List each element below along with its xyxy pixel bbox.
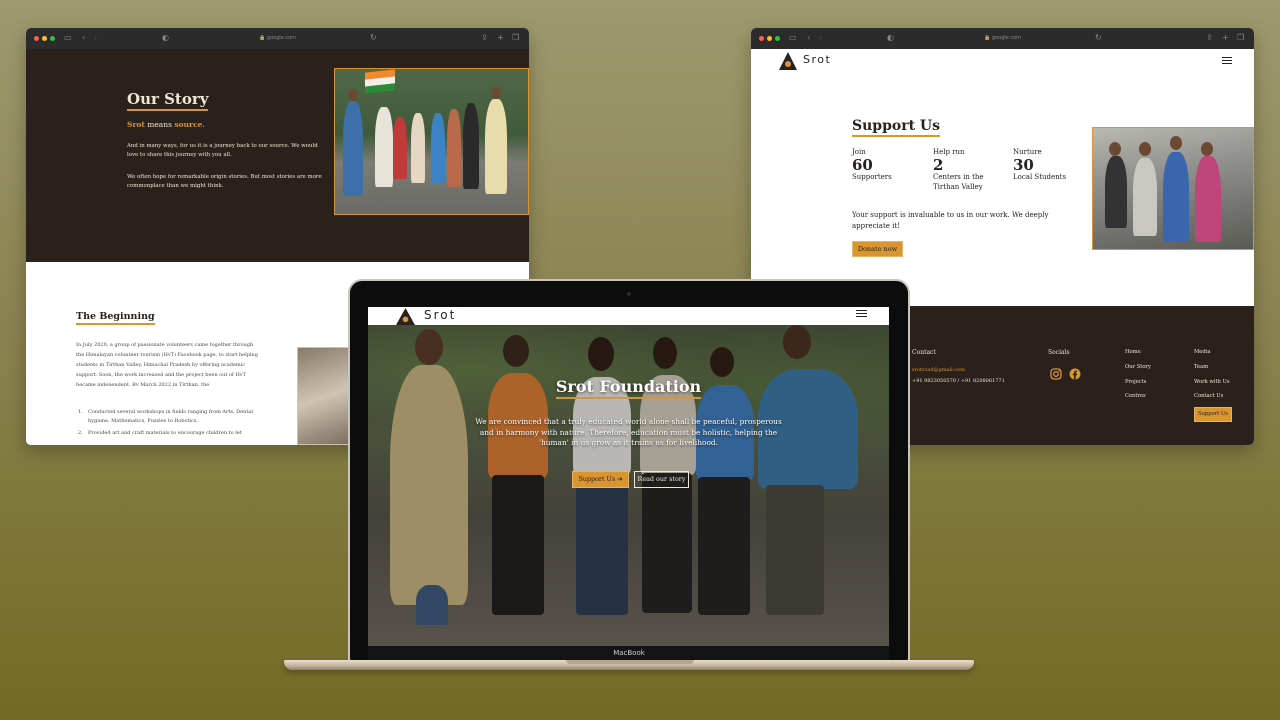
- indian-flag: [365, 69, 395, 94]
- hero-header: Srot: [368, 307, 889, 325]
- contact-email[interactable]: srotroad@gmail.com: [912, 367, 965, 373]
- url-text: google.com: [266, 35, 297, 41]
- url-text: google.com: [991, 35, 1022, 41]
- zoom-dot[interactable]: [50, 36, 55, 41]
- stat-value: 60: [852, 156, 873, 174]
- footer-link-team[interactable]: Team: [1194, 364, 1230, 379]
- support-title: Support Us: [852, 117, 941, 137]
- stat-desc: Centers in the Tirthan Valley: [933, 173, 984, 191]
- hero-support-button[interactable]: Support Us ➔: [572, 471, 629, 488]
- sidebar-icon[interactable]: ▭: [64, 32, 72, 44]
- laptop-brand-label: MacBook: [613, 649, 645, 657]
- story-paragraph-2: We often hope for remarkable origin stor…: [127, 174, 322, 189]
- support-section: Support Us Join 60 Supporters Help run 2…: [751, 75, 1254, 306]
- footer-link-media[interactable]: Media: [1194, 349, 1230, 364]
- laptop-screen: Srot Srot Foundation We are convinced th…: [368, 307, 889, 646]
- facebook-icon[interactable]: [1069, 368, 1081, 380]
- story-title: Our Story: [127, 90, 209, 111]
- hero-text: We are convinced that a truly educated w…: [475, 417, 782, 447]
- support-text: Your support is invaluable to us in our …: [852, 211, 1049, 230]
- laptop: Srot Srot Foundation We are convinced th…: [348, 279, 910, 662]
- footer-link-our-story[interactable]: Our Story: [1125, 364, 1151, 379]
- beginning-title: The Beginning: [76, 311, 155, 325]
- instagram-icon[interactable]: [1050, 368, 1062, 380]
- read-story-button[interactable]: Read our story: [634, 471, 689, 488]
- footer-support-button[interactable]: Support Us: [1194, 407, 1232, 422]
- menu-icon[interactable]: [856, 310, 867, 317]
- url-bar[interactable]: 🔒 google.com: [259, 33, 296, 43]
- laptop-notch: [566, 660, 694, 664]
- stat-nurture: Nurture 30 Local Students: [1013, 148, 1083, 183]
- means-word: means: [144, 120, 175, 129]
- children-photo: [1092, 127, 1254, 250]
- story-paragraph-1: And in many ways, for us it is a journey…: [127, 143, 318, 158]
- hero-support-label: Support Us: [578, 475, 616, 483]
- url-bar[interactable]: 🔒 google.com: [984, 33, 1021, 43]
- browser-toolbar: ▭ ‹ › ◐ 🔒 google.com ↻ ⇪ + ❐: [751, 28, 1254, 49]
- stat-desc: Supporters: [852, 173, 892, 181]
- close-dot[interactable]: [34, 36, 39, 41]
- logo-text: Srot: [803, 53, 832, 66]
- minimize-dot[interactable]: [42, 36, 47, 41]
- footer-link-projects[interactable]: Projects: [1125, 379, 1151, 394]
- srot-word: Srot: [127, 120, 145, 129]
- footer-link-centres[interactable]: Centres: [1125, 393, 1151, 408]
- back-icon[interactable]: ‹: [82, 32, 85, 44]
- beginning-list: 1. Conducted several workshops in fields …: [76, 408, 266, 438]
- logo-text: Srot: [424, 308, 457, 322]
- support-header: Srot: [751, 49, 1254, 75]
- arrow-right-icon: ➔: [617, 475, 623, 483]
- stat-desc: Local Students: [1013, 173, 1067, 181]
- donate-button[interactable]: Donate now: [852, 241, 903, 257]
- footer-link-work-with-us[interactable]: Work with Us: [1194, 379, 1230, 394]
- logo-mark-icon: [779, 52, 797, 70]
- minimize-dot[interactable]: [767, 36, 772, 41]
- tabs-icon[interactable]: ❐: [1237, 32, 1244, 44]
- reload-icon[interactable]: ↻: [1095, 32, 1102, 44]
- logo-mark-icon: [396, 308, 415, 325]
- list-item: 2. Provided art and craft materials to en…: [78, 430, 242, 436]
- story-hero-section: Our Story Srot means source. And in many…: [26, 49, 529, 262]
- new-tab-icon[interactable]: +: [1222, 32, 1229, 44]
- source-word: source.: [174, 120, 205, 129]
- contact-heading: Contact: [912, 349, 936, 356]
- browser-toolbar: ▭ ‹ › ◐ 🔒 google.com ↻ ⇪ + ❐: [26, 28, 529, 49]
- hero-title: Srot Foundation: [555, 377, 702, 399]
- back-icon[interactable]: ‹: [807, 32, 810, 44]
- share-icon[interactable]: ⇪: [1206, 32, 1213, 44]
- group-photo: [334, 68, 529, 215]
- stat-value: 2: [933, 156, 944, 174]
- camera-dot: [627, 292, 631, 296]
- hero-content: Srot Foundation We are convinced that a …: [468, 377, 789, 449]
- stat-value: 30: [1013, 156, 1034, 174]
- footer-links-col-2: Media Team Work with Us Contact Us: [1194, 349, 1230, 408]
- new-tab-icon[interactable]: +: [497, 32, 504, 44]
- shield-icon: ◐: [887, 33, 894, 42]
- close-dot[interactable]: [759, 36, 764, 41]
- footer-link-contact-us[interactable]: Contact Us: [1194, 393, 1230, 408]
- list-item: 1. Conducted several workshops in fields …: [78, 409, 253, 424]
- stat-join: Join 60 Supporters: [852, 148, 912, 183]
- reload-icon[interactable]: ↻: [370, 32, 377, 44]
- stat-help-run: Help run 2 Centers in the Tirthan Valley: [933, 148, 993, 192]
- footer-link-home[interactable]: Home: [1125, 349, 1151, 364]
- forward-icon[interactable]: ›: [819, 32, 822, 44]
- contact-phone[interactable]: +91 9823050570 / +91 8208061771: [912, 378, 1005, 384]
- zoom-dot[interactable]: [775, 36, 780, 41]
- beginning-paragraph: In July 2020, a group of passionate volu…: [76, 342, 258, 386]
- tabs-icon[interactable]: ❐: [512, 32, 519, 44]
- footer-links-col-1: Home Our Story Projects Centres: [1125, 349, 1151, 408]
- menu-icon[interactable]: [1222, 57, 1232, 64]
- shield-icon: ◐: [162, 33, 169, 42]
- story-tagline: Srot means source.: [127, 120, 205, 130]
- forward-icon[interactable]: ›: [94, 32, 97, 44]
- socials-heading: Socials: [1048, 349, 1070, 356]
- share-icon[interactable]: ⇪: [481, 32, 488, 44]
- sidebar-icon[interactable]: ▭: [789, 32, 797, 44]
